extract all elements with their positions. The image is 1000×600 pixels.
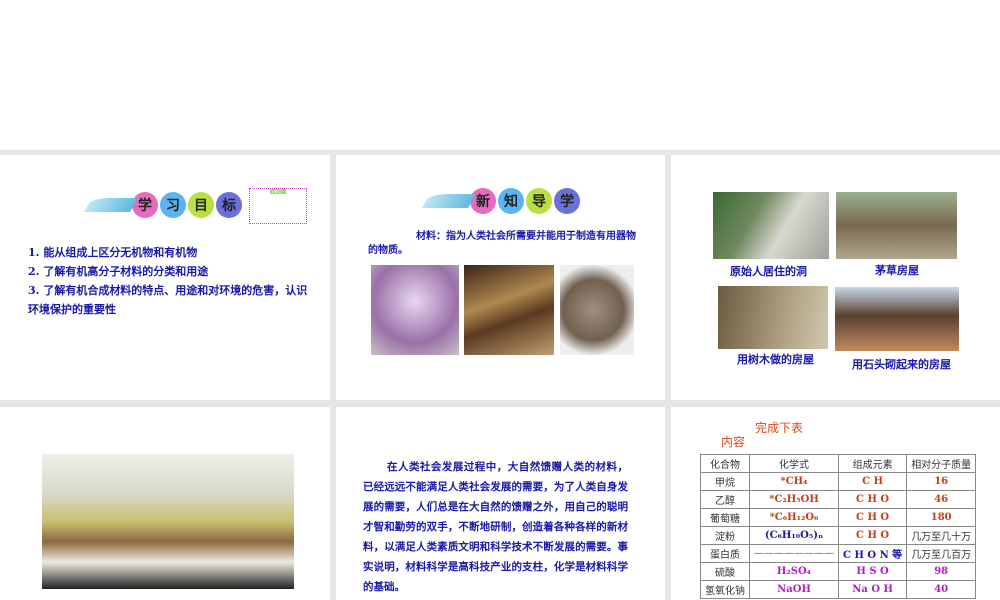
objective-item: 3. 了解有机合成材料的特点、用途和对环境的危害，认识 [28, 284, 308, 297]
badge-char: 标 [216, 192, 242, 218]
cell: 蛋白质 [700, 544, 750, 563]
objectives-list: 1. 能从组成上区分无机物和有机物 2. 了解有机高分子材料的分类和用途 3. … [28, 243, 307, 319]
cave-image [713, 192, 829, 259]
badge-char: 学 [554, 188, 580, 214]
cell: 淀粉 [700, 526, 750, 545]
cell: *C₂H₅OH [749, 490, 839, 509]
header-cell: 化合物 [700, 454, 750, 473]
cell: C H O N 等 [837, 544, 908, 563]
workspace-top [0, 0, 1000, 150]
section-badge: 新 知 导 学 [421, 188, 580, 214]
interior-room-image [42, 454, 294, 589]
slide-thumbnail-2[interactable]: 新 知 导 学 材料：指为人类社会所需要并能用于制造有用器物的物质。 [336, 155, 665, 400]
header-cell: 相对分子质量 [906, 454, 977, 473]
slide-thumbnail-6[interactable]: 完成下表 内容 化合物 化学式 组成元素 相对分子质量 甲烷 *CH₄ C H 16 … [671, 407, 1000, 600]
cell: 几万至几百万 [906, 544, 977, 563]
caption: 茅草房屋 [875, 264, 919, 277]
cell: 甲烷 [700, 472, 750, 491]
badge-char: 知 [498, 188, 524, 214]
compound-table: 化合物 化学式 组成元素 相对分子质量 甲烷 *CH₄ C H 16 乙醇 *C₂H₅O… [700, 454, 977, 599]
table-row: 硫酸 H₂SO₄ H S O 98 [700, 562, 977, 581]
tip-box: 温馨提示 [249, 188, 307, 224]
cell: 16 [906, 472, 977, 491]
cell: ———————— [749, 544, 839, 563]
cell: Na O H [837, 580, 908, 599]
table-header-row: 化合物 化学式 组成元素 相对分子质量 [700, 454, 977, 473]
section-badge: 学 习 目 标 [83, 192, 242, 218]
cell: C H O [837, 490, 908, 509]
slide-thumbnail-4[interactable] [0, 407, 330, 600]
stone-house-image [835, 287, 959, 351]
table-row: 氢氧化钠 NaOH Na O H 40 [700, 580, 977, 599]
cell: 180 [906, 508, 977, 527]
badge-char: 习 [160, 192, 186, 218]
cell: 98 [906, 562, 977, 581]
cell: 葡萄糖 [700, 508, 750, 527]
objective-item: 1. 能从组成上区分无机物和有机物 [28, 246, 198, 259]
table-row: 甲烷 *CH₄ C H 16 [700, 472, 977, 491]
table-row: 淀粉 (C₆H₁₀O₅)ₙ C H O 几万至几十万 [700, 526, 977, 545]
metal-rods-image [464, 265, 554, 355]
cell: C H O [837, 526, 908, 545]
table-title: 完成下表 [755, 421, 804, 435]
cell: 氢氧化钠 [700, 580, 750, 599]
cell: 乙醇 [700, 490, 750, 509]
objective-item: 环境保护的重要性 [28, 303, 116, 316]
badge-char: 目 [188, 192, 214, 218]
slide-thumbnail-3[interactable]: 原始人居住的洞 茅草房屋 用树木做的房屋 用石头砌起来的房屋 [671, 155, 1000, 400]
tip-title: 温馨提示 [270, 189, 286, 194]
cell: 硫酸 [700, 562, 750, 581]
mineral-image [560, 265, 634, 355]
badge-char: 导 [526, 188, 552, 214]
cell: *CH₄ [749, 472, 839, 491]
header-cell: 化学式 [749, 454, 839, 473]
cell: C H O [837, 508, 908, 527]
objective-item: 2. 了解有机高分子材料的分类和用途 [28, 265, 209, 278]
slide-thumbnail-1[interactable]: 学 习 目 标 温馨提示 1. 能从组成上区分无机物和有机物 2. 了解有机高分… [0, 155, 330, 400]
cell: NaOH [749, 580, 839, 599]
caption: 原始人居住的洞 [730, 265, 807, 278]
cell: 40 [906, 580, 977, 599]
book-icon [421, 194, 477, 208]
cell: C H [837, 472, 908, 491]
book-icon [83, 198, 139, 212]
header-cell: 组成元素 [837, 454, 908, 473]
wood-house-image [718, 286, 828, 349]
caption: 用树木做的房屋 [737, 353, 814, 366]
table-row: 蛋白质 ———————— C H O N 等几万至几百万 [700, 544, 977, 563]
thatched-house-image [836, 192, 957, 259]
table-row: 葡萄糖 *C₆H₁₂O₆ C H O 180 [700, 508, 977, 527]
cell: 几万至几十万 [906, 526, 977, 545]
slide-thumbnail-5[interactable]: 在人类社会发展过程中，大自然馈赠人类的材料，已经远远不能满足人类社会发展的需要，… [336, 407, 665, 600]
table-subtitle: 内容 [721, 435, 746, 449]
body-text: 在人类社会发展过程中，大自然馈赠人类的材料，已经远远不能满足人类社会发展的需要，… [363, 461, 628, 593]
table-row: 乙醇 *C₂H₅OH C H O 46 [700, 490, 977, 509]
caption: 用石头砌起来的房屋 [852, 358, 951, 371]
definition-text: 材料：指为人类社会所需要并能用于制造有用器物的物质。 [368, 231, 636, 256]
badge-char: 学 [132, 192, 158, 218]
cell: H S O [837, 562, 908, 581]
cell: *C₆H₁₂O₆ [749, 508, 839, 527]
crystal-image [371, 265, 459, 355]
cell: 46 [906, 490, 977, 509]
badge-char: 新 [470, 188, 496, 214]
cell: (C₆H₁₀O₅)ₙ [749, 526, 839, 545]
cell: H₂SO₄ [749, 562, 839, 581]
